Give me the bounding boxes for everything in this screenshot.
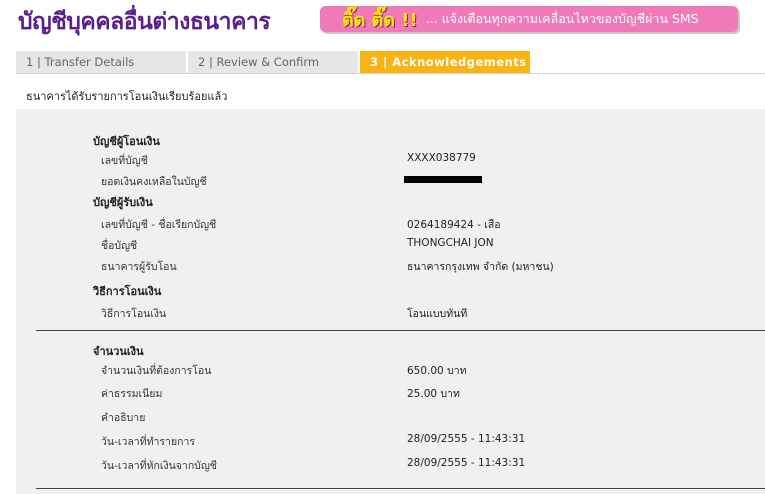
balance-redaction	[404, 176, 482, 183]
account-name-label: ชื่อบัญชี	[101, 240, 138, 252]
to-account-label: เลขที่บัญชี - ชื่อเรียกบัญชี	[101, 219, 217, 231]
step-acknowledgements: 3 | Acknowledgements	[360, 51, 530, 73]
sms-alert-banner[interactable]: ติ๊ด ติ๊ด !! ... แจ้งเตือนทุกความเคลื่อน…	[320, 6, 738, 32]
description-label: คำอธิบาย	[101, 412, 146, 424]
account-name: THONGCHAI JON	[407, 237, 494, 249]
receiving-bank: ธนาคารกรุงเทพ จำกัด (มหาชน)	[407, 261, 554, 273]
step-tabs: 1 | Transfer Details 2 | Review & Confir…	[16, 51, 765, 74]
step-review-confirm: 2 | Review & Confirm	[188, 51, 358, 73]
amount-value: 650.00 บาท	[407, 365, 467, 377]
banner-text: ... แจ้งเตือนทุกความเคลื่อนไหวของบัญชีผ่…	[425, 11, 699, 26]
from-account-heading: บัญชีผู้โอนเงิน	[93, 135, 160, 148]
txn-time-label: วัน-เวลาที่ทำรายการ	[101, 436, 195, 448]
amount-label: จำนวนเงินที่ต้องการโอน	[101, 365, 212, 377]
receiving-bank-label: ธนาคารผู้รับโอน	[101, 261, 177, 273]
step-transfer-details: 1 | Transfer Details	[16, 51, 186, 73]
fee-value: 25.00 บาท	[407, 388, 460, 400]
banner-tag: ติ๊ด ติ๊ด !!	[342, 9, 418, 31]
method-value: โอนแบบทันที	[407, 308, 468, 320]
to-account: 0264189424 - เสือ	[407, 219, 501, 231]
success-notice: ธนาคารได้รับรายการโอนเงินเรียบร้อยแล้ว	[26, 90, 228, 103]
page-title: บัญชีบุคคลอื่นต่างธนาคาร	[18, 9, 271, 35]
debit-time: 28/09/2555 - 11:43:31	[407, 457, 526, 469]
method-heading: วิธีการโอนเงิน	[93, 285, 162, 298]
method-label: วิธีการโอนเงิน	[101, 308, 167, 320]
section-divider	[36, 330, 765, 331]
fee-label: ค่าธรรมเนียม	[101, 388, 163, 400]
from-account-no-label: เลขที่บัญชี	[101, 155, 148, 167]
amount-heading: จำนวนเงิน	[93, 345, 144, 358]
to-account-heading: บัญชีผู้รับเงิน	[93, 196, 153, 209]
txn-time: 28/09/2555 - 11:43:31	[407, 433, 526, 445]
bottom-divider	[36, 488, 765, 489]
debit-time-label: วัน-เวลาที่หักเงินจากบัญชี	[101, 460, 217, 472]
from-account-no: XXXX038779	[407, 152, 476, 164]
balance-label: ยอดเงินคงเหลือในบัญชี	[101, 176, 207, 188]
